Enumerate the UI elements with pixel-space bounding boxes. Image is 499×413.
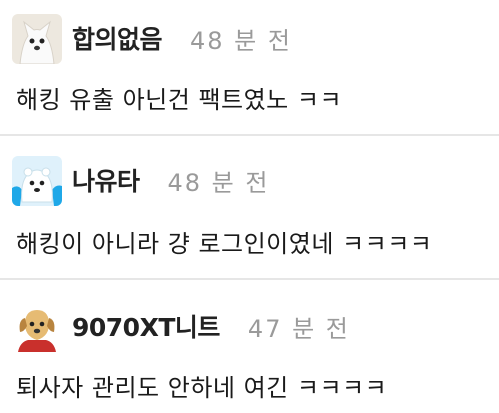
comment-header: 합의없음 48 분 전: [72, 18, 292, 58]
white-dog-avatar-icon[interactable]: [12, 14, 62, 64]
timestamp: 48 분 전: [190, 26, 292, 55]
comment-item: 9070XT니트 47 분 전 퇴사자 관리도 안하네 여긴 ㅋㅋㅋㅋ: [0, 280, 499, 413]
username[interactable]: 합의없음: [72, 20, 163, 56]
comment-item: 합의없음 48 분 전 해킹 유출 아닌건 팩트였노 ㅋㅋ: [0, 0, 499, 136]
username[interactable]: 나유타: [72, 162, 140, 198]
comment-text: 해킹 유출 아닌건 팩트였노 ㅋㅋ: [16, 86, 343, 114]
comment-header: 9070XT니트 47 분 전: [72, 306, 350, 346]
comment-text: 퇴사자 관리도 안하네 여긴 ㅋㅋㅋㅋ: [16, 374, 388, 402]
puppy-avatar-icon[interactable]: [12, 302, 62, 352]
comment-item: 나유타 48 분 전 해킹이 아니라 걍 로그인이였네 ㅋㅋㅋㅋ: [0, 136, 499, 280]
polar-bear-avatar-icon[interactable]: [12, 156, 62, 206]
comment-text: 해킹이 아니라 걍 로그인이였네 ㅋㅋㅋㅋ: [16, 230, 433, 258]
comment-header: 나유타 48 분 전: [72, 160, 269, 200]
timestamp: 48 분 전: [167, 168, 270, 197]
timestamp: 47 분 전: [247, 314, 350, 343]
username[interactable]: 9070XT니트: [72, 308, 220, 344]
